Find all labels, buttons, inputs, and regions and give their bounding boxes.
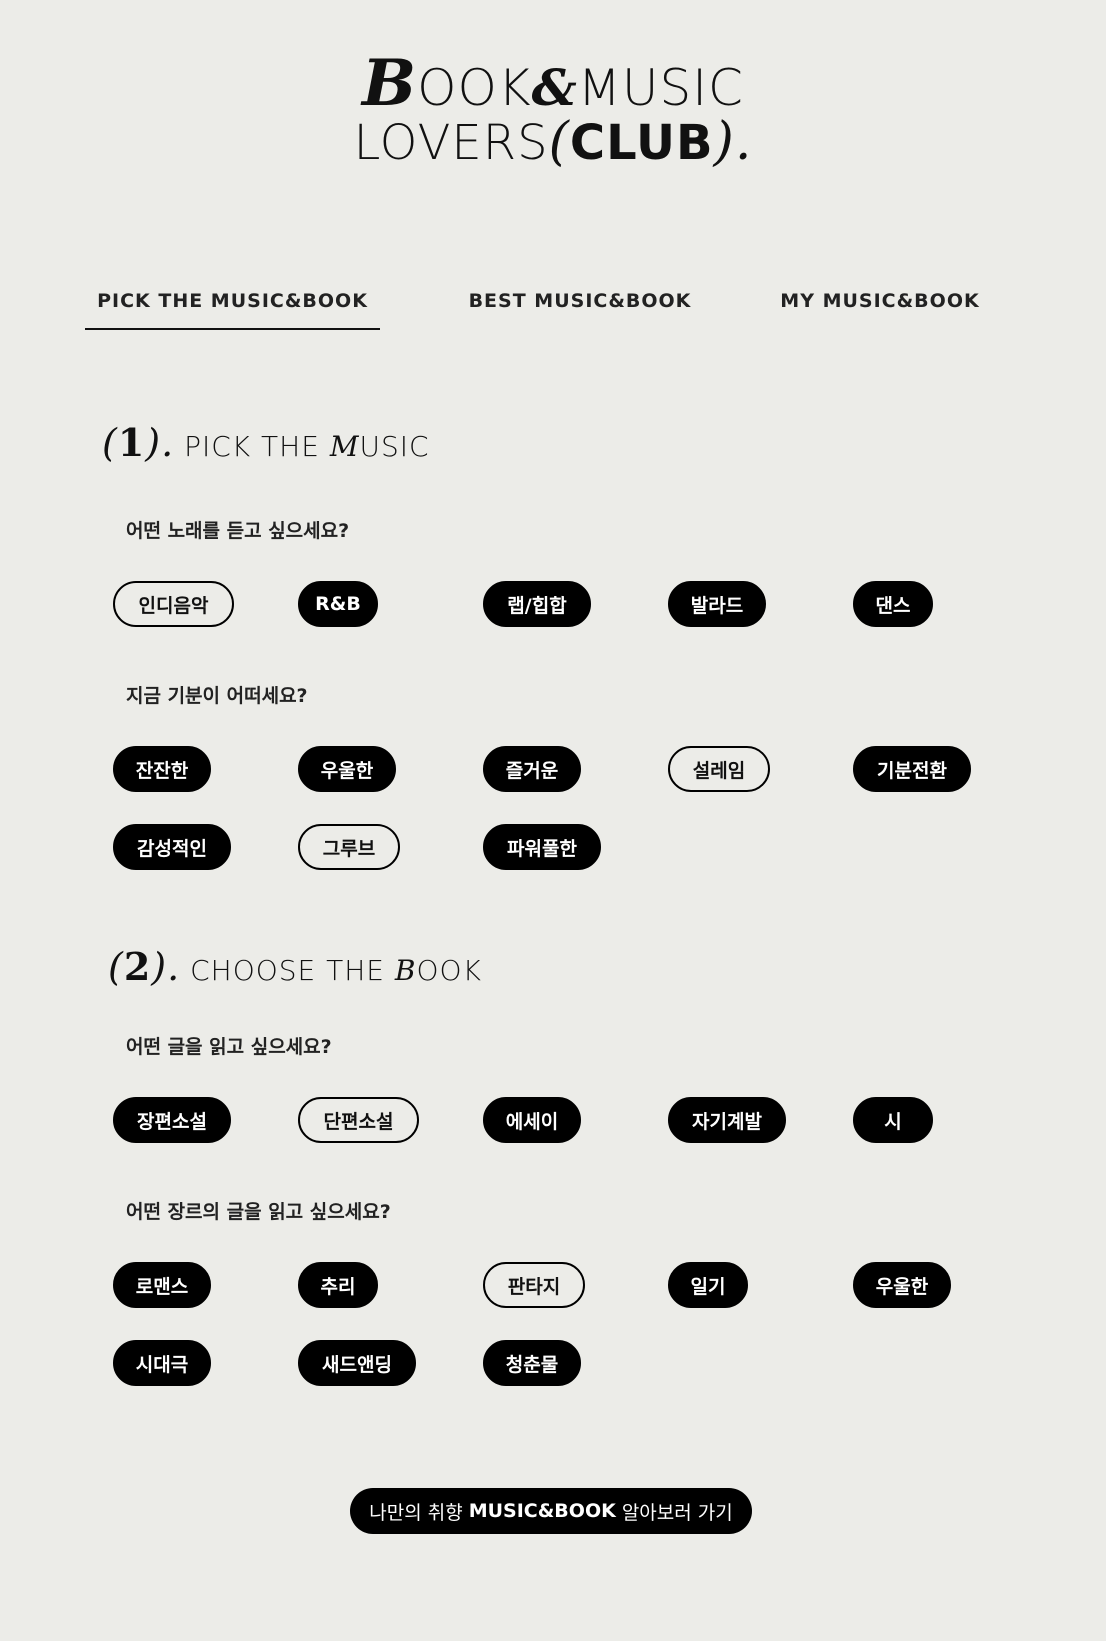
music-title-text: PICK THE <box>184 430 330 463</box>
book-section-title: (2). CHOOSE THE BOOK <box>108 944 482 989</box>
main-tabs: PICK THE MUSIC&BOOK BEST MUSIC&BOOK MY M… <box>85 282 985 332</box>
music-title-fancy-m: M <box>329 430 360 463</box>
logo-line-2: LOVERS(CLUB). <box>0 116 1106 168</box>
book-genre-option[interactable]: 새드앤딩 <box>298 1340 416 1386</box>
page: BOOK&MUSIC LOVERS(CLUB). PICK THE MUSIC&… <box>0 0 1106 1641</box>
book-genre-option[interactable]: 우울한 <box>853 1262 951 1308</box>
logo-line-1: BOOK&MUSIC <box>0 52 1106 116</box>
mood-option[interactable]: 우울한 <box>298 746 396 792</box>
discover-taste-button[interactable]: 나만의 취향 MUSIC&BOOK 알아보러 가기 <box>350 1488 752 1534</box>
book-title-fancy-b: B <box>394 954 417 987</box>
genre-option[interactable]: 발라드 <box>668 581 766 627</box>
book-type-option[interactable]: 자기계발 <box>668 1097 786 1143</box>
logo-ook: OOK <box>417 59 532 117</box>
book-type-question: 어떤 글을 읽고 싶으세요? <box>126 1036 332 1058</box>
section-number: (1). <box>102 420 175 465</box>
book-type-option[interactable]: 장편소설 <box>113 1097 231 1143</box>
book-genre-question: 어떤 장르의 글을 읽고 싶으세요? <box>126 1201 391 1223</box>
music-genre-question: 어떤 노래를 듣고 싶으세요? <box>126 520 350 542</box>
book-type-option[interactable]: 에세이 <box>483 1097 581 1143</box>
book-genre-option[interactable]: 청춘물 <box>483 1340 581 1386</box>
logo-ampersand: & <box>531 58 578 117</box>
logo-music: MUSIC <box>577 59 744 117</box>
mood-option[interactable]: 설레임 <box>668 746 770 792</box>
mood-option[interactable]: 즐거운 <box>483 746 581 792</box>
mood-question: 지금 기분이 어떠세요? <box>126 685 308 707</box>
book-genre-option[interactable]: 일기 <box>668 1262 748 1308</box>
book-genre-option[interactable]: 시대극 <box>113 1340 211 1386</box>
mood-option[interactable]: 잔잔한 <box>113 746 211 792</box>
book-title-text-end: OOK <box>416 954 482 987</box>
genre-option[interactable]: R&B <box>298 581 378 627</box>
section-number: (2). <box>108 944 181 989</box>
tab-pick-music-book[interactable]: PICK THE MUSIC&BOOK <box>85 282 380 330</box>
tab-my-music-book[interactable]: MY MUSIC&BOOK <box>765 282 995 330</box>
site-logo[interactable]: BOOK&MUSIC LOVERS(CLUB). <box>0 52 1106 169</box>
logo-club: CLUB <box>569 115 714 171</box>
mood-option[interactable]: 기분전환 <box>853 746 971 792</box>
cta-prefix: 나만의 취향 <box>369 1501 463 1524</box>
book-type-option[interactable]: 시 <box>853 1097 933 1143</box>
cta-suffix: 알아보러 가기 <box>621 1501 733 1524</box>
logo-b-glyph: B <box>362 46 418 121</box>
music-section-title: (1). PICK THE MUSIC <box>102 420 430 465</box>
tab-best-music-book[interactable]: BEST MUSIC&BOOK <box>465 282 695 330</box>
mood-option[interactable]: 그루브 <box>298 824 400 870</box>
genre-option[interactable]: 댄스 <box>853 581 933 627</box>
genre-option[interactable]: 랩/힙합 <box>483 581 591 627</box>
logo-paren-open: ( <box>548 112 570 172</box>
book-type-option[interactable]: 단편소설 <box>298 1097 419 1143</box>
logo-paren-close: ). <box>713 112 753 172</box>
book-genre-option[interactable]: 판타지 <box>483 1262 585 1308</box>
cta-bold: MUSIC&BOOK <box>468 1500 616 1522</box>
mood-option[interactable]: 감성적인 <box>113 824 231 870</box>
logo-lovers: LOVERS <box>353 115 549 171</box>
music-title-text-end: USIC <box>359 430 430 463</box>
mood-option[interactable]: 파워풀한 <box>483 824 601 870</box>
genre-option[interactable]: 인디음악 <box>113 581 234 627</box>
book-title-text: CHOOSE THE <box>190 954 395 987</box>
book-genre-option[interactable]: 로맨스 <box>113 1262 211 1308</box>
book-genre-option[interactable]: 추리 <box>298 1262 378 1308</box>
